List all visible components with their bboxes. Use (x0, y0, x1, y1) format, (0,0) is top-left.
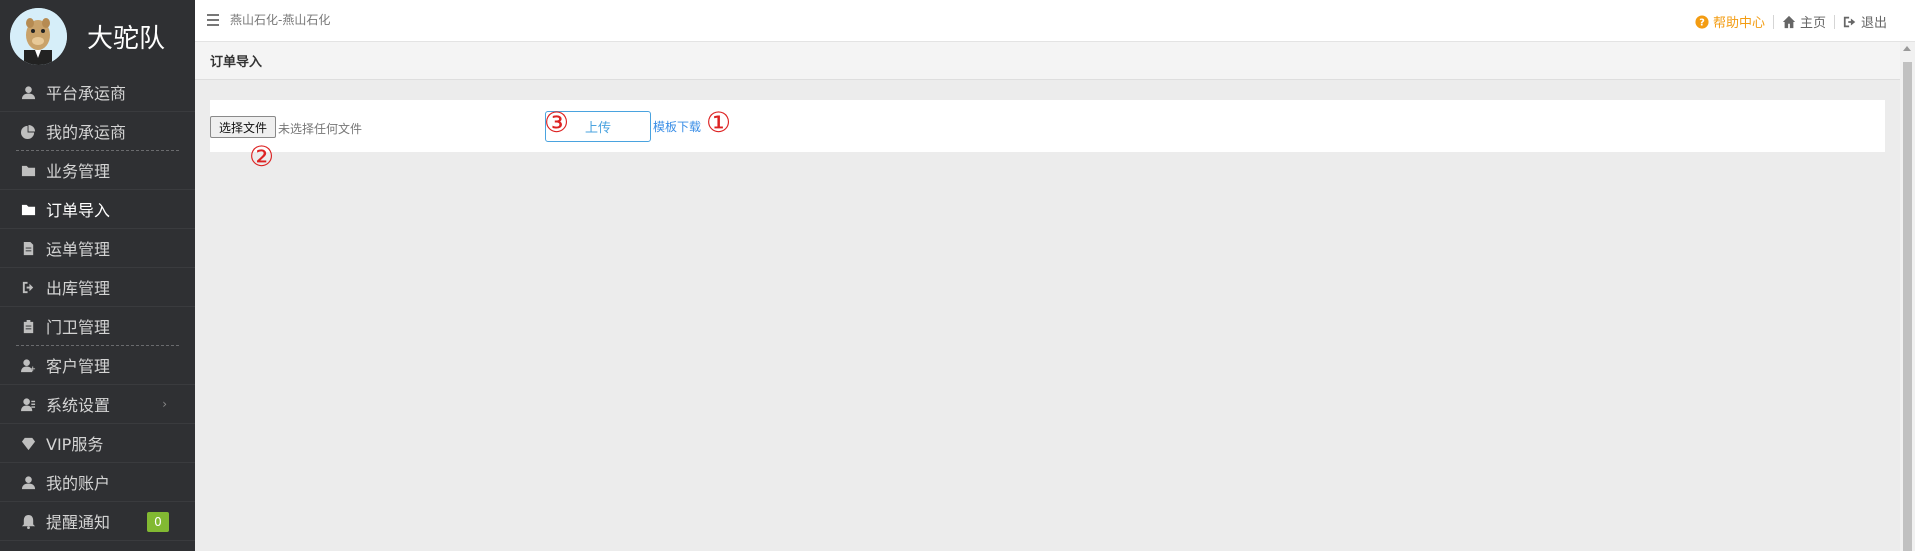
annotation-marker-3: ③ (544, 106, 570, 139)
sidebar-item-outbound[interactable]: 出库管理 (0, 268, 195, 307)
sidebar-item-label: 系统设置 (46, 396, 111, 415)
question-circle-icon: ? (1695, 14, 1709, 29)
sidebar-item-label: 平台承运商 (46, 84, 127, 103)
camel-avatar-logo (10, 8, 67, 65)
vertical-scrollbar[interactable] (1900, 42, 1915, 551)
menu-toggle-icon[interactable] (207, 14, 219, 26)
sidebar-item-vip[interactable]: VIP服务 (0, 424, 195, 463)
help-center-link[interactable]: ? 帮助中心 (1687, 12, 1773, 31)
home-icon (1782, 15, 1796, 28)
sidebar-item-my-carrier[interactable]: 我的承运商 (16, 112, 179, 151)
sidebar-item-notifications[interactable]: 提醒通知 0 (0, 502, 195, 541)
brand[interactable]: 大驼队 (0, 0, 195, 73)
top-actions: ? 帮助中心 主页 退出 (1687, 12, 1895, 31)
sidebar-item-label: 我的账户 (46, 474, 111, 493)
file-icon (20, 240, 36, 256)
home-link[interactable]: 主页 (1774, 12, 1834, 31)
sidebar-item-label: 我的承运商 (46, 123, 127, 142)
sidebar-item-label: 出库管理 (46, 279, 111, 298)
user-icon (20, 474, 36, 490)
user-settings-icon (20, 396, 36, 412)
top-bar: 燕山石化-燕山石化 ? 帮助中心 主页 退出 (195, 0, 1915, 42)
page-title-bar: 订单导入 (195, 42, 1900, 80)
home-label: 主页 (1799, 16, 1826, 31)
annotation-marker-2: ② (249, 140, 275, 173)
user-icon (20, 84, 36, 100)
bell-icon (20, 513, 36, 529)
main-content: 订单导入 选择文件 未选择任何文件 上传 模板下载 ① ② ③ (195, 42, 1900, 551)
sidebar-item-business[interactable]: 业务管理 (0, 151, 195, 190)
chevron-right-icon: › (162, 397, 167, 411)
upload-button-label: 上传 (584, 121, 611, 136)
scrollbar-thumb[interactable] (1903, 62, 1912, 551)
file-status-text: 未选择任何文件 (278, 122, 363, 136)
logout-link[interactable]: 退出 (1835, 12, 1895, 31)
sidebar-item-my-account[interactable]: 我的账户 (0, 463, 195, 502)
sidebar-item-platform-carrier[interactable]: 平台承运商 (0, 73, 195, 112)
sidebar-item-label: 业务管理 (46, 162, 111, 181)
sidebar-item-label: 订单导入 (46, 201, 111, 220)
sidebar-item-label: 门卫管理 (46, 318, 111, 337)
sidebar-item-label: 客户管理 (46, 357, 111, 376)
notification-count-badge: 0 (147, 512, 169, 532)
sidebar-item-gate[interactable]: 门卫管理 (16, 307, 179, 346)
import-panel (210, 100, 1885, 152)
svg-text:?: ? (1699, 17, 1705, 28)
folder-icon (20, 201, 36, 217)
help-center-label: 帮助中心 (1712, 16, 1765, 31)
folder-icon (20, 162, 36, 178)
sidebar: 大驼队 平台承运商 我的承运商 业务管理 订单导入 运单管理 出库管理 门卫管理… (0, 0, 195, 551)
brand-name: 大驼队 (87, 24, 166, 54)
sign-out-icon (20, 279, 36, 295)
choose-file-button[interactable]: 选择文件 (210, 116, 277, 138)
diamond-icon (20, 435, 36, 451)
template-download-link[interactable]: 模板下载 (653, 118, 701, 135)
page-title: 订单导入 (210, 55, 263, 70)
annotation-marker-1: ① (706, 106, 732, 139)
sidebar-item-label: 提醒通知 (46, 513, 111, 532)
user-plus-icon (20, 357, 36, 373)
sidebar-item-label: 运单管理 (46, 240, 111, 259)
breadcrumb: 燕山石化-燕山石化 (230, 13, 331, 27)
logout-label: 退出 (1860, 16, 1887, 31)
scroll-up-arrow-icon[interactable] (1903, 46, 1911, 51)
sign-out-icon (1843, 16, 1856, 27)
pie-chart-icon (20, 123, 36, 139)
sidebar-menu: 平台承运商 我的承运商 业务管理 订单导入 运单管理 出库管理 门卫管理 客户管… (0, 73, 195, 541)
sidebar-item-settings[interactable]: 系统设置 › (0, 385, 195, 424)
sidebar-item-customer[interactable]: 客户管理 (0, 346, 195, 385)
clipboard-icon (20, 318, 36, 334)
sidebar-item-waybill[interactable]: 运单管理 (0, 229, 195, 268)
sidebar-item-order-import[interactable]: 订单导入 (0, 190, 195, 229)
sidebar-item-label: VIP服务 (46, 435, 104, 454)
